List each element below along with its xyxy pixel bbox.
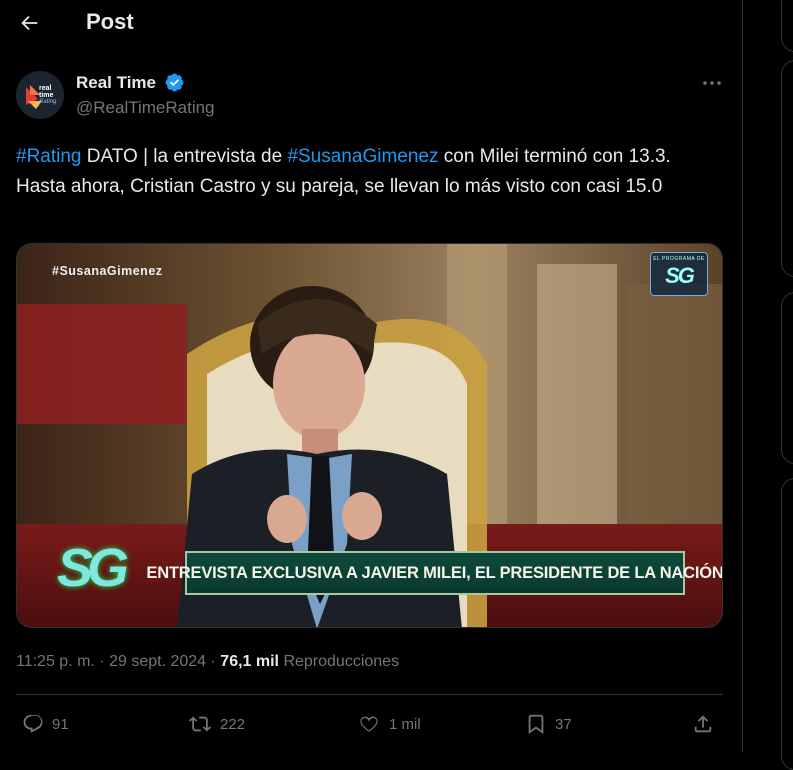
avatar[interactable]: real time Rating xyxy=(16,71,64,119)
meta-separator: · xyxy=(210,653,221,670)
sidebar-card-edge xyxy=(781,292,793,464)
channel-badge-logo: SG xyxy=(665,263,695,288)
tweet-text: #Rating DATO | la entrevista de #SusanaG… xyxy=(16,142,716,202)
channel-badge: EL PROGRAMA DE SG xyxy=(650,252,708,296)
repost-button[interactable]: 222 xyxy=(188,709,245,739)
real-time-logo: real time Rating xyxy=(16,71,64,119)
meta-separator: · xyxy=(99,653,110,670)
hashtag-rating[interactable]: #Rating xyxy=(16,146,82,167)
author-name[interactable]: Real Time xyxy=(76,73,156,93)
views-count: 76,1 mil xyxy=(220,653,279,670)
verified-badge-icon xyxy=(165,73,184,92)
sidebar-card-edge xyxy=(781,60,793,277)
reply-button[interactable]: 91 xyxy=(22,709,69,739)
svg-text:Rating: Rating xyxy=(39,99,57,105)
more-button[interactable] xyxy=(697,70,727,96)
views-label: Reproducciones xyxy=(283,653,400,670)
tweet-text-part: DATO | la entrevista de xyxy=(81,146,288,167)
tweet-media[interactable]: #SusanaGimenez EL PROGRAMA DE SG SG ENTR… xyxy=(16,243,723,628)
post-time[interactable]: 11:25 p. m. xyxy=(16,653,95,670)
media-hashtag-overlay: #SusanaGimenez xyxy=(52,264,163,278)
svg-text:time: time xyxy=(39,92,54,99)
reply-count: 91 xyxy=(52,715,69,733)
share-button[interactable] xyxy=(692,709,722,739)
more-icon xyxy=(703,81,721,85)
bookmark-icon xyxy=(528,714,544,735)
lower-third-caption: ENTREVISTA EXCLUSIVA A JAVIER MILEI, EL … xyxy=(146,551,722,595)
author-handle[interactable]: @RealTimeRating xyxy=(76,98,215,118)
like-button[interactable]: 1 mil xyxy=(357,709,421,739)
tweet-meta: 11:25 p. m. · 29 sept. 2024 · 76,1 mil R… xyxy=(16,653,399,671)
repost-icon xyxy=(189,716,211,732)
back-arrow-icon xyxy=(21,15,38,31)
sidebar-search-edge xyxy=(781,0,793,52)
reply-icon xyxy=(23,714,43,733)
divider xyxy=(16,694,723,695)
show-logo: SG xyxy=(57,538,129,598)
bookmark-button[interactable]: 37 xyxy=(525,709,572,739)
page-title: Post xyxy=(86,9,134,34)
channel-badge-caption: EL PROGRAMA DE xyxy=(653,256,705,262)
sidebar-card-edge xyxy=(781,478,793,770)
post-date[interactable]: 29 sept. 2024 xyxy=(109,653,206,670)
lower-third-text: ENTREVISTA EXCLUSIVA A JAVIER MILEI, EL … xyxy=(146,563,723,582)
svg-text:real: real xyxy=(39,85,52,92)
like-count: 1 mil xyxy=(389,715,421,733)
header: Post xyxy=(0,0,742,48)
repost-count: 222 xyxy=(220,715,246,733)
back-button[interactable] xyxy=(14,8,44,38)
share-icon xyxy=(694,715,712,733)
hashtag-susanagimenez[interactable]: #SusanaGimenez xyxy=(287,146,438,167)
bookmark-count: 37 xyxy=(555,715,572,733)
like-icon xyxy=(360,716,378,732)
main-column: Post real time Rating Real Time @RealTim… xyxy=(0,0,743,752)
